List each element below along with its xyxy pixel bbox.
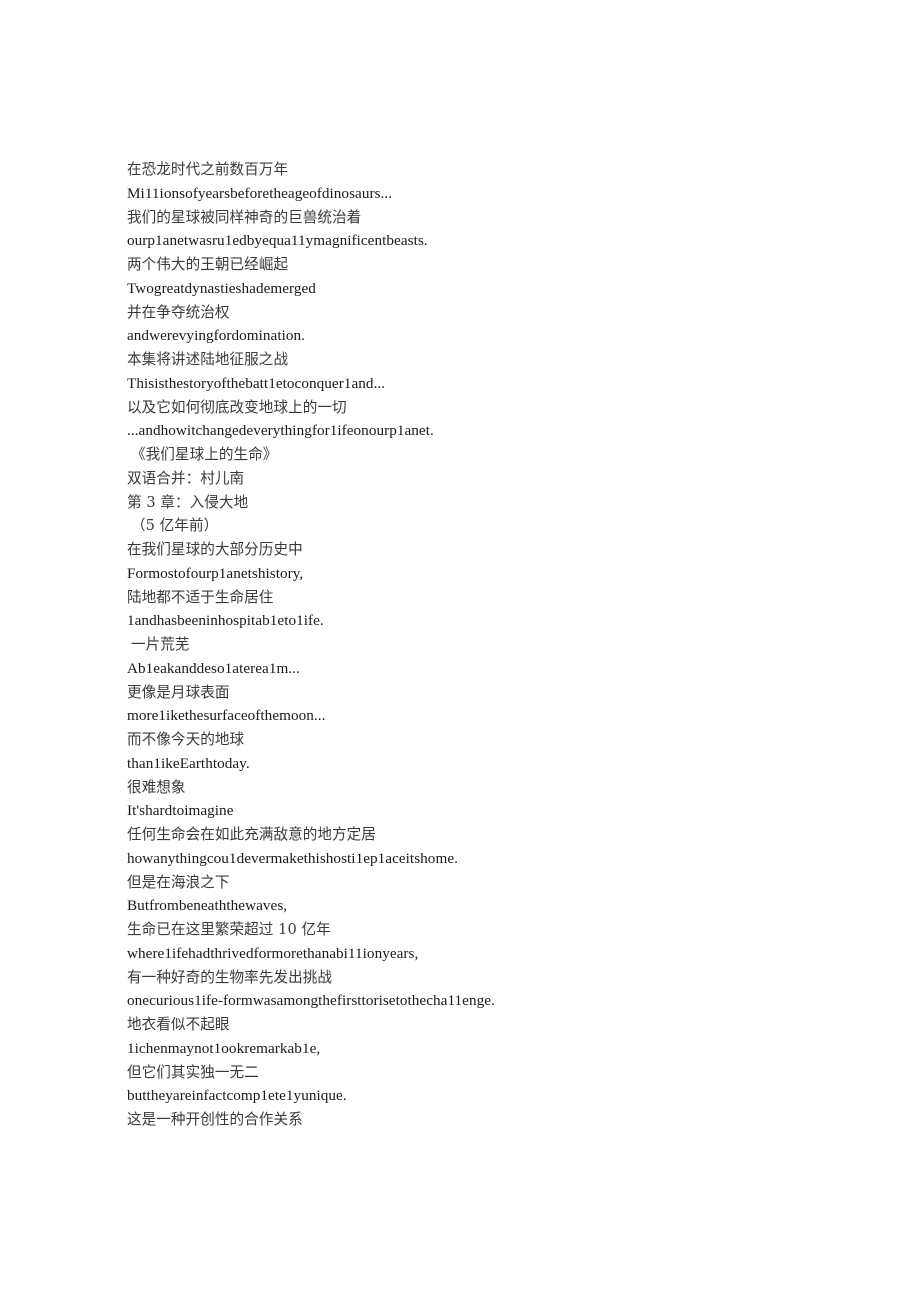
transcript-line: Mi11ionsofyearsbeforetheageofdinosaurs..…: [127, 184, 393, 202]
transcript-line: 本集将讲述陆地征服之战: [127, 351, 289, 368]
transcript-line: 《我们星球上的生命》: [131, 446, 278, 463]
transcript-line: 地衣看似不起眼: [127, 1016, 230, 1033]
transcript-line: It'shardtoimagine: [127, 802, 234, 820]
transcript-line: than1ikeEarthtoday.: [127, 754, 250, 772]
transcript-line: 在我们星球的大部分历史中: [127, 541, 303, 558]
transcript-line: more1ikethesurfaceofthemoon...: [127, 707, 326, 725]
transcript-line: 而不像今天的地球: [127, 731, 245, 748]
transcript-line: 更像是月球表面: [127, 683, 230, 701]
transcript-line: 但它们其实独一无二: [127, 1063, 259, 1081]
transcript-line: 很难想象: [127, 778, 186, 796]
transcript-line: 两个伟大的王朝已经崛起: [127, 256, 289, 273]
transcript-line: Twogreatdynastieshademerged: [127, 279, 316, 297]
transcript-line: 在恐龙时代之前数百万年: [127, 161, 289, 178]
transcript-line: 1andhasbeeninhospitab1eto1ife.: [127, 612, 324, 630]
transcript-line: howanythingcou1devermakethishosti1ep1ace…: [127, 849, 458, 867]
transcript-line: 但是在海浪之下: [127, 873, 230, 891]
transcript-line: 双语合并：村儿南: [127, 469, 245, 487]
transcript-line: onecurious1ife-formwasamongthefirsttoris…: [127, 992, 495, 1010]
transcript-text-block: 在恐龙时代之前数百万年 Mi11ionsofyearsbeforetheageof…: [127, 158, 827, 1132]
transcript-line: 这是一种开创性的合作关系: [127, 1111, 303, 1128]
transcript-line: buttheyareinfactcomp1ete1yunique.: [127, 1087, 347, 1105]
transcript-line: Ab1eakanddeso1aterea1m...: [127, 659, 300, 677]
transcript-line: （5 亿年前）: [131, 517, 219, 535]
transcript-line: ourp1anetwasru1edbyequa11ymagnificentbea…: [127, 232, 428, 250]
transcript-line: 1ichenmaynot1ookremarkab1e,: [127, 1039, 321, 1057]
transcript-line: 并在争夺统治权: [127, 303, 230, 321]
transcript-line: Formostofourp1anetshistory,: [127, 564, 304, 582]
transcript-line: 以及它如何彻底改变地球上的一切: [127, 398, 347, 416]
transcript-line: 有一种好奇的生物率先发出挑战: [127, 968, 333, 986]
transcript-line: 生命已在这里繁荣超过 10 亿年: [127, 921, 331, 938]
transcript-line: 一片荒芜: [131, 636, 190, 653]
transcript-line: 陆地都不适于生命居住: [127, 588, 274, 606]
transcript-line: Thisisthestoryofthebatt1etoconquer1and..…: [127, 374, 386, 392]
document-page: 在恐龙时代之前数百万年 Mi11ionsofyearsbeforetheageof…: [0, 0, 920, 1301]
transcript-line: ...andhowitchangedeverythingfor1ifeonour…: [127, 422, 434, 440]
transcript-line: andwerevyingfordomination.: [127, 327, 306, 345]
transcript-line: 我们的星球被同样神奇的巨兽统治着: [127, 208, 362, 226]
transcript-line: Butfrombeneaththewaves,: [127, 897, 288, 915]
transcript-line: 任何生命会在如此充满敌意的地方定居: [127, 826, 376, 843]
transcript-line: where1ifehadthrivedformorethanabi11ionye…: [127, 944, 419, 962]
transcript-line: 第 3 章：入侵大地: [127, 493, 249, 511]
